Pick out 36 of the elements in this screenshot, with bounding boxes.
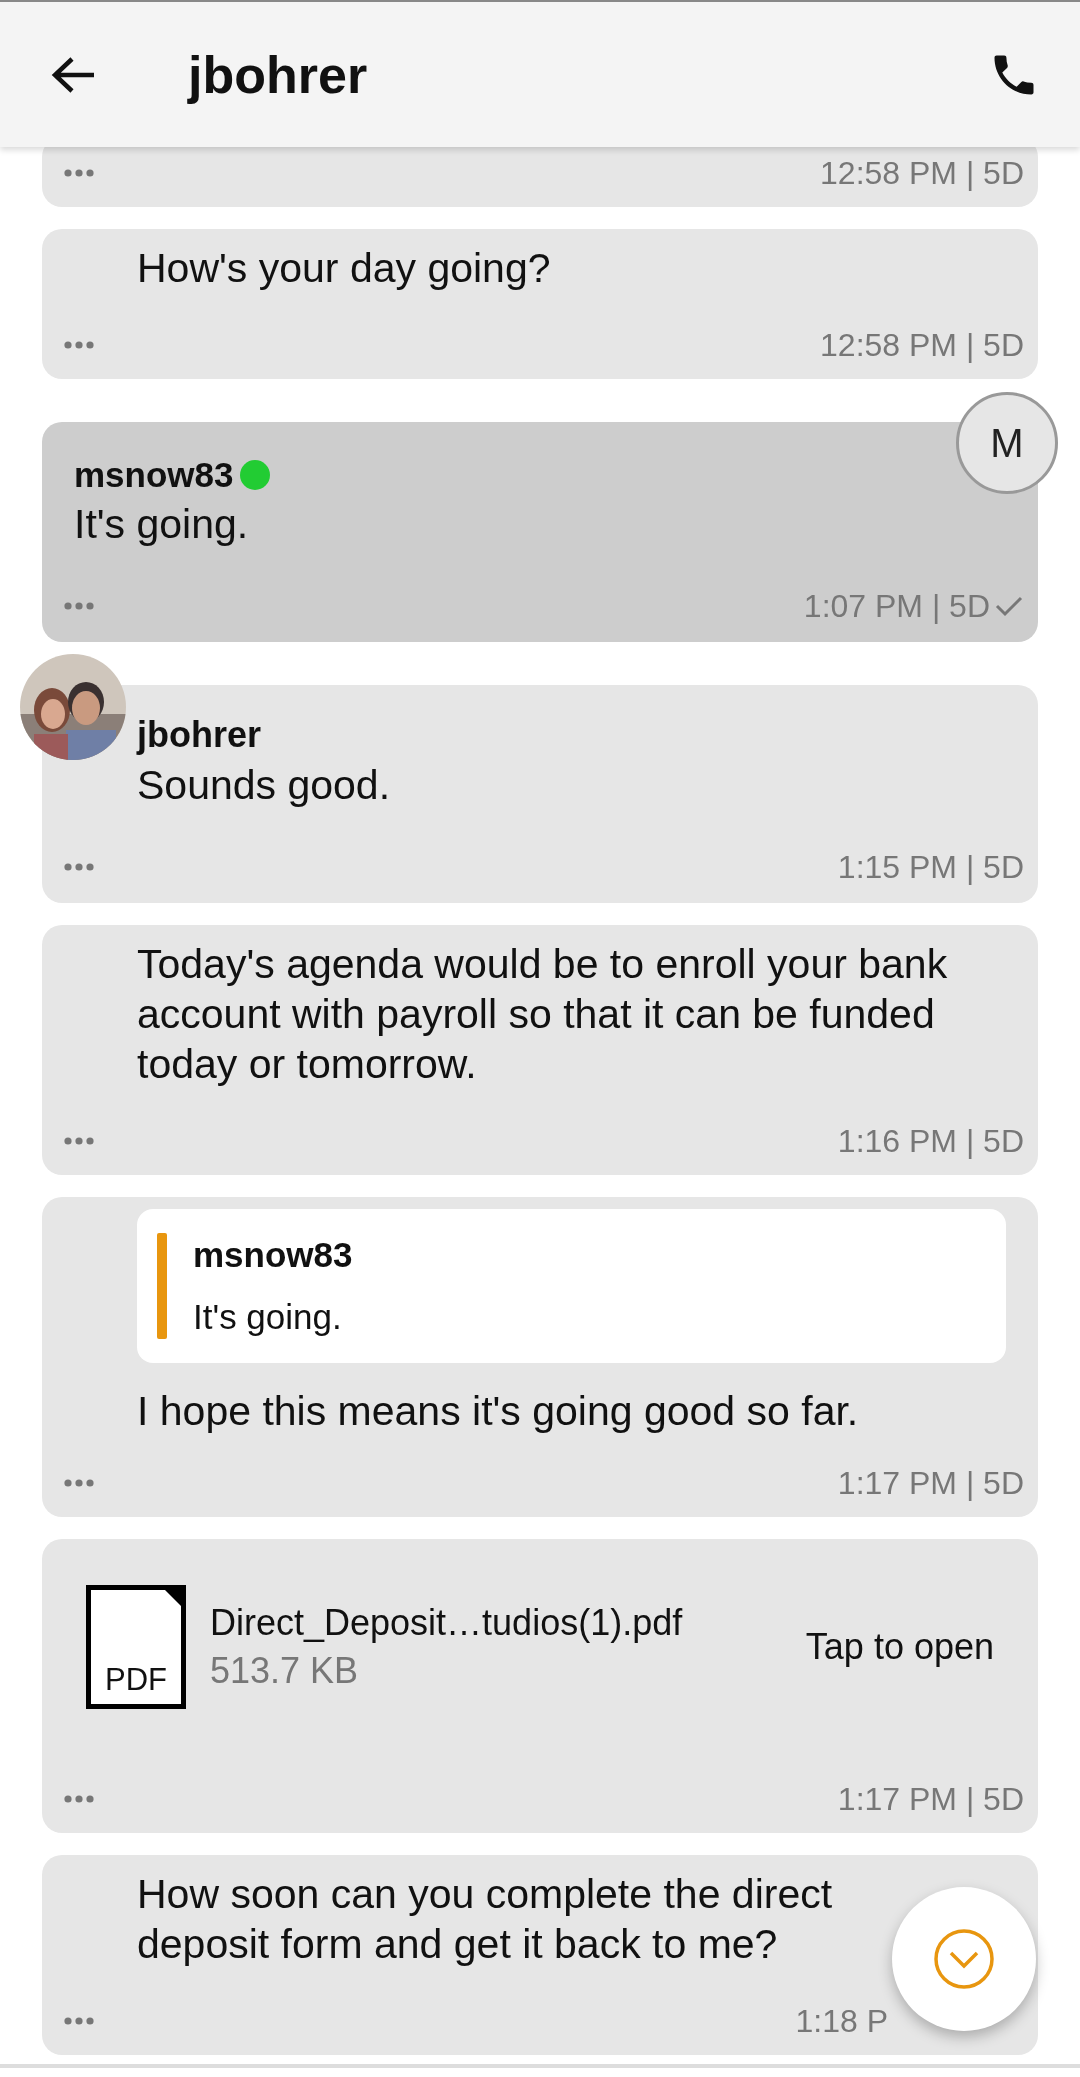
more-icon[interactable] [64, 1479, 94, 1487]
quote-sender: msnow83 [193, 1234, 353, 1276]
avatar[interactable]: M [956, 392, 1058, 494]
more-icon[interactable] [64, 1795, 94, 1803]
more-icon[interactable] [64, 341, 94, 349]
tap-to-open-link[interactable]: Tap to open [805, 1620, 994, 1674]
file-attachment[interactable]: PDF Direct_Deposit…tudios(1).pdf 513.7 KB Tap to open [42, 1585, 1038, 1709]
message-text: Sounds good. [136, 761, 392, 810]
message-text: How soon can you complete the direct deposit form and get it back to me? [137, 1870, 834, 1969]
timestamp: 1:07 PM | 5D [803, 587, 990, 626]
timestamp: 1:18 P [795, 2002, 888, 2041]
timestamp: 1:17 PM | 5D [837, 1780, 1024, 1819]
quote-text: It's going. [193, 1296, 343, 1338]
more-icon[interactable] [64, 1137, 94, 1145]
sender-name: msnow83 [74, 454, 234, 496]
timestamp: 1:15 PM | 5D [837, 848, 1024, 887]
more-icon[interactable] [64, 863, 94, 871]
timestamp: 1:16 PM | 5D [837, 1122, 1024, 1161]
timestamp: 1:17 PM | 5D [837, 1464, 1024, 1503]
message-text: How's your day going? [137, 244, 552, 293]
pdf-file-icon: PDF [86, 1585, 186, 1709]
chevron-down-icon [933, 1928, 995, 1990]
chat-title: jbohrer [188, 44, 368, 106]
timestamp: 12:58 PM | 5D [820, 326, 1024, 365]
file-size: 513.7 KB [210, 1649, 360, 1693]
message-text: It's going. [73, 500, 250, 549]
more-icon[interactable] [64, 169, 94, 177]
more-icon[interactable] [64, 2017, 94, 2025]
back-arrow-icon[interactable] [50, 54, 96, 95]
message-text: I hope this means it's going good so far. [136, 1387, 860, 1436]
quoted-message[interactable]: msnow83 It's going. [137, 1209, 1006, 1363]
sender-name: jbohrer [135, 713, 262, 757]
file-name: Direct_Deposit…tudios(1).pdf [210, 1601, 683, 1645]
more-icon[interactable] [64, 602, 94, 610]
message-text: Today's agenda would be to enroll your bank account with payroll so that it can be funded today or tomorrow. [137, 940, 949, 1089]
timestamp: 12:58 PM | 5D [820, 154, 1024, 193]
